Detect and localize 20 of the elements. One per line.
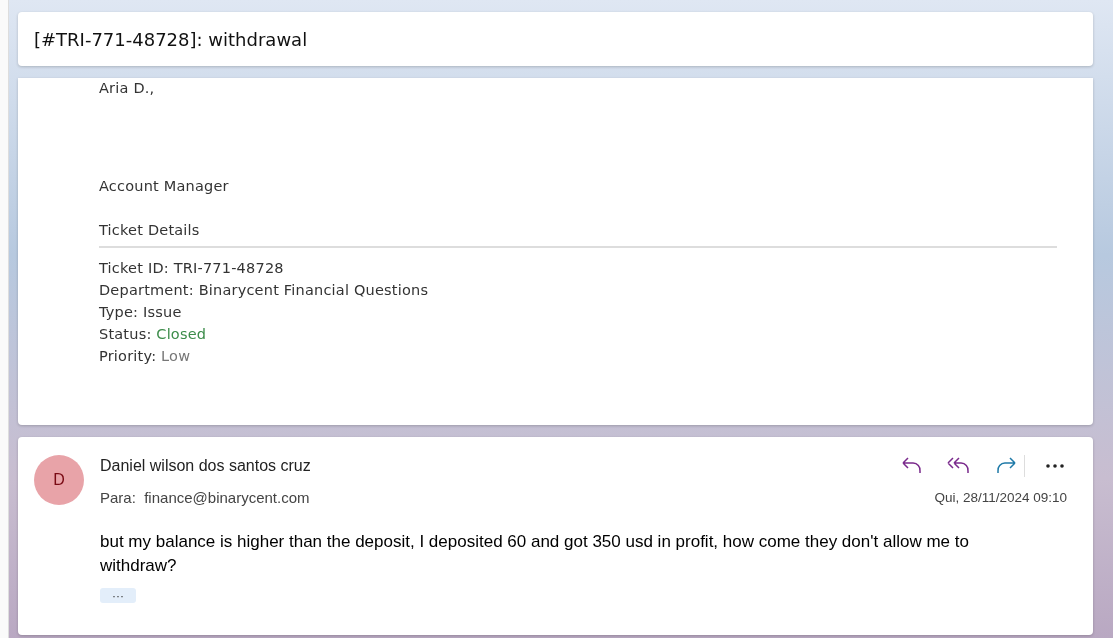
forward-icon — [994, 457, 1018, 475]
details-heading: Ticket Details — [99, 222, 1057, 248]
detail-line: Ticket ID: TRI-771-48728 — [99, 260, 285, 276]
detail-line: Department: Binarycent Financial Questions — [99, 282, 430, 298]
detail-line: Status: Closed — [99, 326, 208, 342]
recipient-line: Para: finance@binarycent.com — [100, 489, 310, 506]
more-button[interactable] — [1043, 461, 1067, 471]
expand-button[interactable]: ··· — [100, 588, 136, 603]
reply-icon — [900, 457, 924, 475]
message-date: Qui, 28/11/2024 09:10 — [934, 490, 1067, 505]
detail-line: Priority: Low — [99, 348, 192, 364]
subject-title: [#TRI-771-48728]: withdrawal — [34, 28, 308, 50]
sender-avatar: D — [34, 455, 84, 505]
detail-line: Type: Issue — [99, 304, 183, 320]
signature-role: Account Manager — [99, 178, 230, 194]
more-icon — [1045, 463, 1065, 469]
signature-name: Aria D., — [99, 80, 156, 96]
message-body: but my balance is higher than the deposit, I deposited 60 and got 350 usd in profit, how come they don't allow me to withdraw? — [100, 531, 970, 577]
reply-all-icon — [946, 457, 972, 475]
sender-name: Daniel wilson dos santos cruz — [100, 457, 311, 475]
